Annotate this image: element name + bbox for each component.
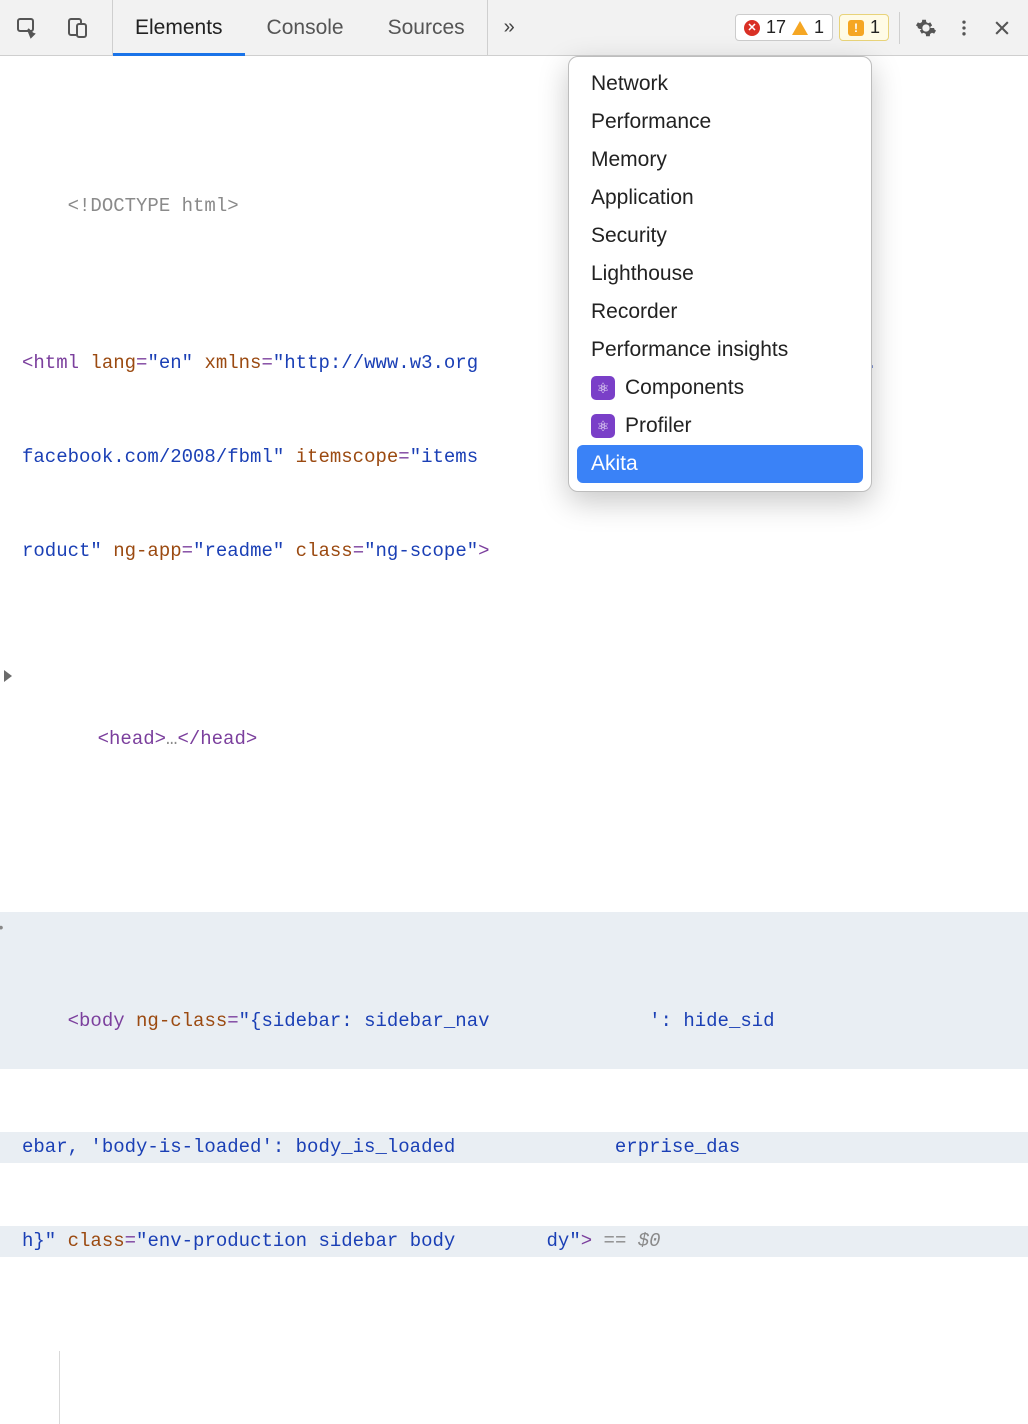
tab-sources[interactable]: Sources <box>366 0 487 55</box>
body-line-2[interactable]: ebar, 'body-is-loaded': body_is_loaded e… <box>0 1132 1028 1163</box>
devtools-toolbar: Elements Console Sources » ✕ 17 1 ! 1 <box>0 0 1028 56</box>
warning-icon <box>792 21 808 35</box>
body-line-3[interactable]: h}" class="env-production sidebar body d… <box>0 1226 1028 1257</box>
kebab-menu-icon[interactable] <box>948 12 980 44</box>
html-open-line-2[interactable]: facebook.com/2008/fbml" itemscope="items… <box>22 442 1022 473</box>
warning-count: 1 <box>814 17 824 38</box>
menu-item-react-profiler[interactable]: ⚛ Profiler <box>577 407 863 445</box>
issues-counter[interactable]: ! 1 <box>839 14 889 41</box>
device-toolbar-icon[interactable] <box>62 12 94 44</box>
menu-item-security[interactable]: Security <box>577 217 863 255</box>
doctype-line[interactable]: <!DOCTYPE html> <box>22 160 1022 254</box>
menu-item-akita[interactable]: Akita <box>577 445 863 483</box>
issues-count: 1 <box>870 17 880 38</box>
issues-icon: ! <box>848 20 864 36</box>
panel-tabs: Elements Console Sources <box>113 0 487 55</box>
menu-item-label: Components <box>625 376 744 400</box>
expand-icon[interactable] <box>4 670 12 682</box>
tab-console[interactable]: Console <box>245 0 366 55</box>
menu-item-react-components[interactable]: ⚛ Components <box>577 369 863 407</box>
menu-item-performance[interactable]: Performance <box>577 103 863 141</box>
tab-elements[interactable]: Elements <box>113 0 245 55</box>
menu-item-application[interactable]: Application <box>577 179 863 217</box>
close-icon[interactable] <box>986 12 1018 44</box>
toolbar-right-controls: ✕ 17 1 ! 1 <box>735 0 1028 55</box>
toolbar-left-controls <box>0 0 113 55</box>
menu-item-memory[interactable]: Memory <box>577 141 863 179</box>
tabs-overflow-menu: Network Performance Memory Application S… <box>568 56 872 492</box>
tabs-overflow-button[interactable]: » <box>487 0 531 55</box>
error-icon: ✕ <box>744 20 760 36</box>
html-open-line-3[interactable]: roduct" ng-app="readme" class="ng-scope"… <box>22 536 1022 567</box>
react-icon: ⚛ <box>591 414 615 438</box>
menu-item-lighthouse[interactable]: Lighthouse <box>577 255 863 293</box>
html-open-line[interactable]: <html lang="en" xmlns="http://www.w3.org… <box>22 348 1022 379</box>
selected-gutter-dots: ••• <box>0 918 6 941</box>
menu-item-performance-insights[interactable]: Performance insights <box>577 331 863 369</box>
menu-item-network[interactable]: Network <box>577 65 863 103</box>
body-line-1[interactable]: ••• <body ng-class="{sidebar: sidebar_na… <box>0 912 1028 1069</box>
react-icon: ⚛ <box>591 376 615 400</box>
divider <box>899 12 900 44</box>
inspect-element-icon[interactable] <box>12 12 44 44</box>
error-warning-counter[interactable]: ✕ 17 1 <box>735 14 833 41</box>
settings-icon[interactable] <box>910 12 942 44</box>
body-children: <div id="loading-screen">…</div> <div id… <box>59 1351 1022 1424</box>
menu-item-label: Profiler <box>625 414 692 438</box>
head-line[interactable]: <head>…</head> <box>22 662 1022 787</box>
error-count: 17 <box>766 17 786 38</box>
elements-dom-tree[interactable]: <!DOCTYPE html> <html lang="en" xmlns="h… <box>0 56 1028 1424</box>
menu-item-recorder[interactable]: Recorder <box>577 293 863 331</box>
